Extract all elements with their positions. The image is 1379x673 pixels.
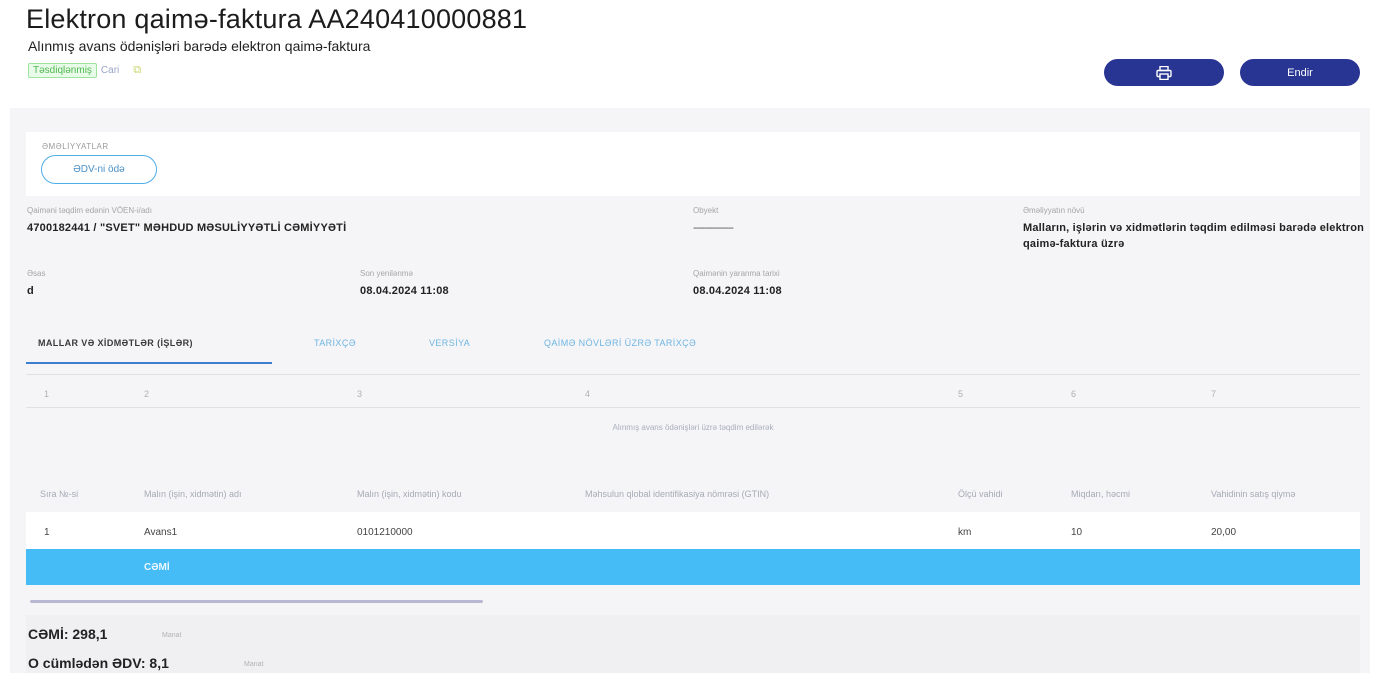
cell-unit-price: 20,00 [1211,527,1237,538]
horizontal-scrollbar[interactable] [30,600,483,603]
column-header: Miqdarı, həcmi [1071,489,1131,499]
print-button[interactable] [1104,59,1224,86]
download-button[interactable]: Endir [1240,59,1360,86]
total-row [26,549,1360,585]
table-divider [26,374,1360,375]
column-header: Malın (işin, xidmətin) kodu [357,489,462,499]
object-value: --------------- [693,222,734,234]
tab-version[interactable]: VERSİYA [429,338,470,364]
summary-total-unit: Manat [162,632,182,639]
column-number: 2 [144,389,150,399]
created-value: 08.04.2024 11:08 [693,285,782,297]
last-edit-label: Son yenilənmə [360,269,413,278]
cell-item-name: Avans1 [144,527,178,538]
operation-value: Malların, işlərin və xidmətlərin təqdim … [1023,222,1365,250]
basis-label: Əsas [27,269,46,278]
status-badge: Təsdiqlənmiş [28,63,97,78]
last-edit-value: 08.04.2024 11:08 [360,285,449,297]
copy-icon[interactable]: ⧉ [133,64,141,77]
tab-type-history[interactable]: QAİMƏ NÖVLƏRİ ÜZRƏ TARİXÇƏ [544,338,696,364]
column-number: 4 [585,389,591,399]
table-divider [26,407,1360,408]
column-number: 6 [1071,389,1077,399]
cell-item-code: 0101210000 [357,527,413,538]
actions-label: ƏMƏLİYYATLAR [42,142,109,151]
operation-label: Əməliyyatın növü [1023,206,1085,215]
status-row: Təsdiqlənmiş Cari ⧉ [28,63,141,78]
page-title: Elektron qaimə-faktura AA240410000881 [26,4,528,34]
column-header: Vahidinin satış qiymə [1211,489,1296,499]
vat-pay-button[interactable]: ƏDV-ni ödə [41,155,157,184]
summary-vat: O cümlədən ƏDV: 8,1 [28,655,169,671]
sender-value: 4700182441 / "SVET" MƏHDUD MƏSULİYYƏTLİ … [27,222,347,234]
table-row[interactable] [26,512,1360,549]
column-header: Malın (işin, xidmətin) adı [144,489,242,499]
printer-icon [1156,65,1172,80]
column-header: Sıra №-si [40,489,79,499]
active-tab-indicator [26,362,272,364]
sender-label: Qaiməni təqdim edənin VÖEN-i/adı [27,206,152,215]
summary-vat-unit: Manat [244,661,264,668]
column-number: 5 [958,389,964,399]
column-header: Məhsulun qlobal identifikasiya nömrəsi (… [585,489,770,499]
cell-row-number: 1 [44,527,50,538]
object-label: Obyekt [693,206,719,215]
table-note: Alınmış avans ödənişləri üzrə təqdim edi… [612,423,774,432]
page-subtitle: Alınmış avans ödənişləri barədə elektron… [28,38,371,54]
cell-quantity: 10 [1071,527,1083,538]
column-number: 7 [1211,389,1217,399]
cell-unit: km [958,527,972,538]
summary-box [26,615,1360,673]
tab-goods-services[interactable]: MALLAR VƏ XİDMƏTLƏR (İŞLƏR) [38,338,193,364]
summary-total: CƏMİ: 298,1 [28,626,108,642]
column-number: 3 [357,389,363,399]
actions-card: ƏMƏLİYYATLAR ƏDV-ni ödə [26,132,1360,196]
column-number: 1 [44,389,50,399]
tab-history[interactable]: TARİXÇƏ [314,338,356,364]
status-extra: Cari [100,65,120,76]
created-label: Qaimənin yaranma tarixi [693,269,780,278]
basis-value: d [27,285,34,297]
column-header: Ölçü vahidi [958,489,1003,499]
total-row-label: CƏMİ [144,562,170,573]
tab-bar: MALLAR VƏ XİDMƏTLƏR (İŞLƏR) TARİXÇƏ VERS… [26,338,786,364]
